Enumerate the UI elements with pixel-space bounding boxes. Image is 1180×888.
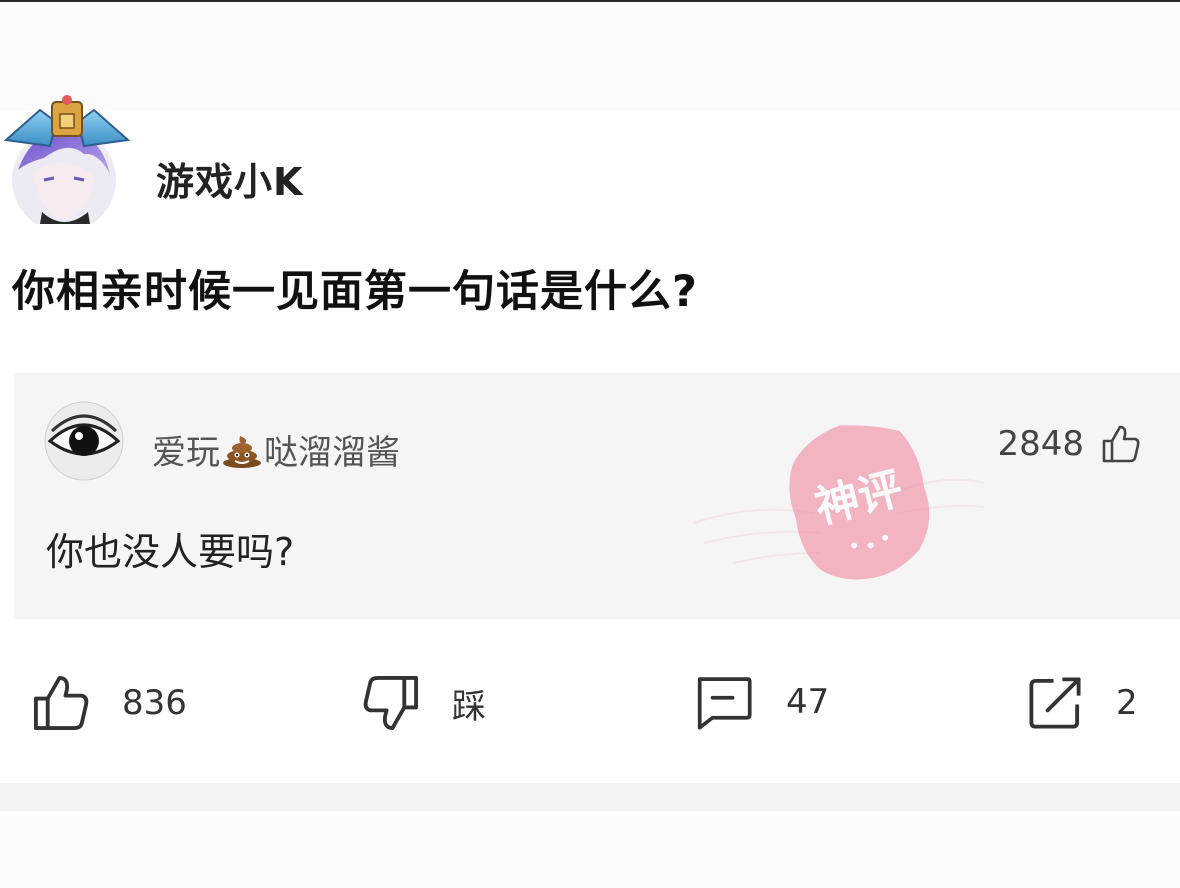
thumbs-up-icon bbox=[1102, 425, 1140, 463]
comment-text: 你也没人要吗? bbox=[46, 530, 295, 574]
post-action-bar: 836 踩 47 2 bbox=[0, 640, 1180, 770]
header-background bbox=[0, 2, 1180, 110]
author-name[interactable]: 游戏小K bbox=[156, 151, 303, 206]
share-count: 2 bbox=[1116, 683, 1138, 723]
share-button[interactable]: 2 bbox=[1024, 672, 1138, 734]
like-button[interactable]: 836 bbox=[30, 672, 187, 734]
comment-like-button[interactable]: 2848 bbox=[997, 423, 1142, 465]
dislike-label: 踩 bbox=[452, 686, 486, 727]
top-comment-card: 爱玩 哒溜溜酱 2848 你也没人要吗? 神评 bbox=[14, 373, 1180, 619]
like-count: 836 bbox=[122, 683, 187, 723]
commenter-name-suffix: 哒溜溜酱 bbox=[264, 433, 400, 473]
section-divider bbox=[0, 783, 1180, 811]
commenter-name[interactable]: 爱玩 哒溜溜酱 bbox=[152, 425, 400, 474]
poop-emoji-icon bbox=[223, 436, 261, 468]
commenter-name-prefix: 爱玩 bbox=[152, 433, 220, 473]
post-title: 你相亲时候一见面第一句话是什么? bbox=[12, 267, 698, 317]
comment-count: 47 bbox=[786, 682, 830, 722]
thumbs-down-icon bbox=[363, 675, 419, 731]
dislike-button[interactable]: 踩 bbox=[360, 672, 486, 734]
commenter-avatar[interactable] bbox=[44, 401, 124, 481]
share-icon bbox=[1029, 677, 1081, 729]
comment-like-count: 2848 bbox=[997, 424, 1084, 464]
comment-bubble-icon bbox=[697, 677, 752, 730]
author-avatar[interactable] bbox=[4, 92, 130, 224]
comment-button[interactable]: 47 bbox=[692, 672, 829, 732]
thumbs-up-icon bbox=[33, 675, 89, 731]
hot-comment-stamp: 神评 bbox=[694, 425, 984, 580]
footer-background bbox=[0, 811, 1180, 888]
